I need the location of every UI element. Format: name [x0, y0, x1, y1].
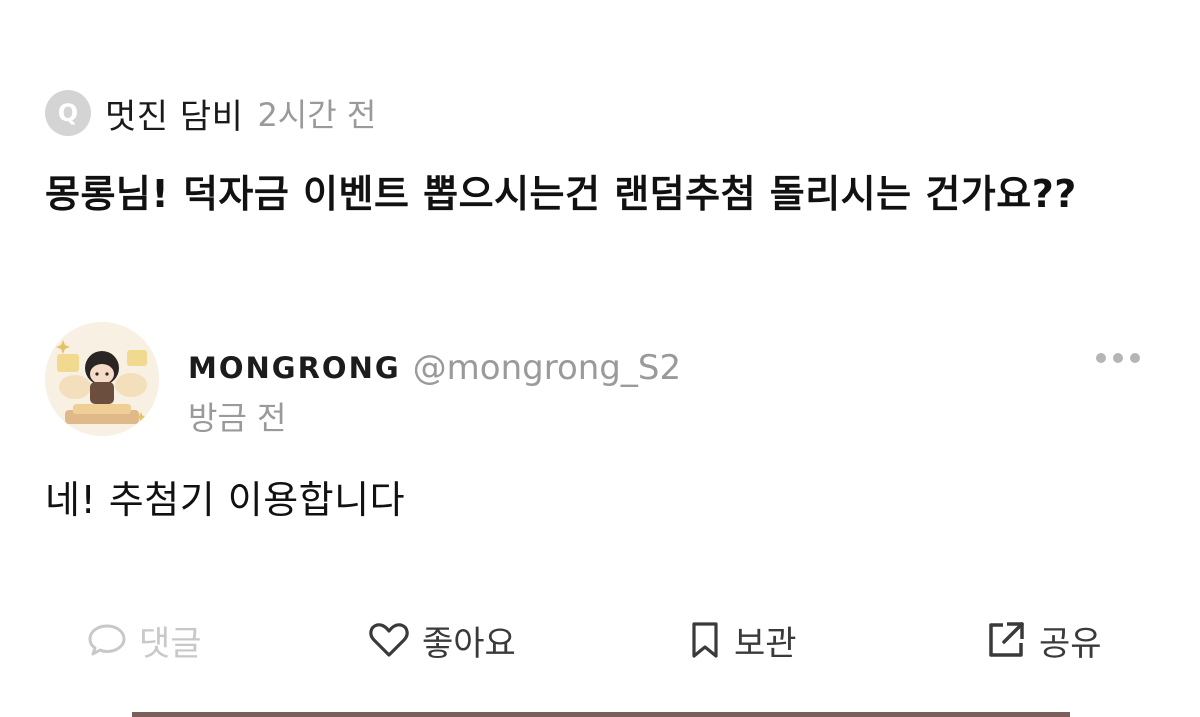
- like-button[interactable]: 좋아요: [368, 612, 516, 668]
- answer-timestamp: 방금 전: [188, 399, 287, 437]
- more-dot: [1096, 353, 1106, 363]
- more-options-icon[interactable]: [1096, 350, 1140, 366]
- save-button[interactable]: 보관: [688, 612, 797, 668]
- profile-avatar[interactable]: [45, 322, 159, 436]
- bottom-divider: [132, 712, 1070, 717]
- q-avatar-letter: Q: [57, 99, 79, 127]
- avatar-illustration: [45, 322, 159, 436]
- save-label: 보관: [734, 623, 797, 664]
- share-label: 공유: [1039, 623, 1102, 664]
- share-button[interactable]: 공유: [985, 612, 1102, 668]
- heart-icon: [369, 623, 409, 657]
- more-dot: [1130, 353, 1140, 363]
- share-arrow-icon: [989, 622, 1024, 657]
- comment-button[interactable]: 댓글: [87, 612, 202, 668]
- question-text: 몽롱님! 덕자금 이벤트 뽑으시는건 랜덤추첨 돌리시는 건가요??: [45, 172, 1077, 216]
- answer-text: 네! 추첨기 이용합니다: [45, 478, 406, 522]
- answerer-name[interactable]: MONGRONG: [188, 351, 401, 385]
- like-label: 좋아요: [422, 623, 516, 664]
- more-dot: [1113, 353, 1123, 363]
- bookmark-icon: [692, 622, 718, 658]
- question-author: 멋진 담비: [105, 96, 244, 137]
- answer-author-row: MONGRONG @mongrong_S2: [188, 343, 681, 393]
- question-header: Q 멋진 담비 2시간 전: [45, 88, 376, 138]
- answerer-handle[interactable]: @mongrong_S2: [413, 348, 681, 388]
- q-avatar-icon: Q: [45, 90, 91, 136]
- action-bar: 댓글 좋아요 보관 공유: [0, 612, 1200, 668]
- question-timestamp: 2시간 전: [257, 96, 377, 134]
- comment-bubble-icon: [88, 624, 126, 656]
- comment-label: 댓글: [139, 623, 202, 664]
